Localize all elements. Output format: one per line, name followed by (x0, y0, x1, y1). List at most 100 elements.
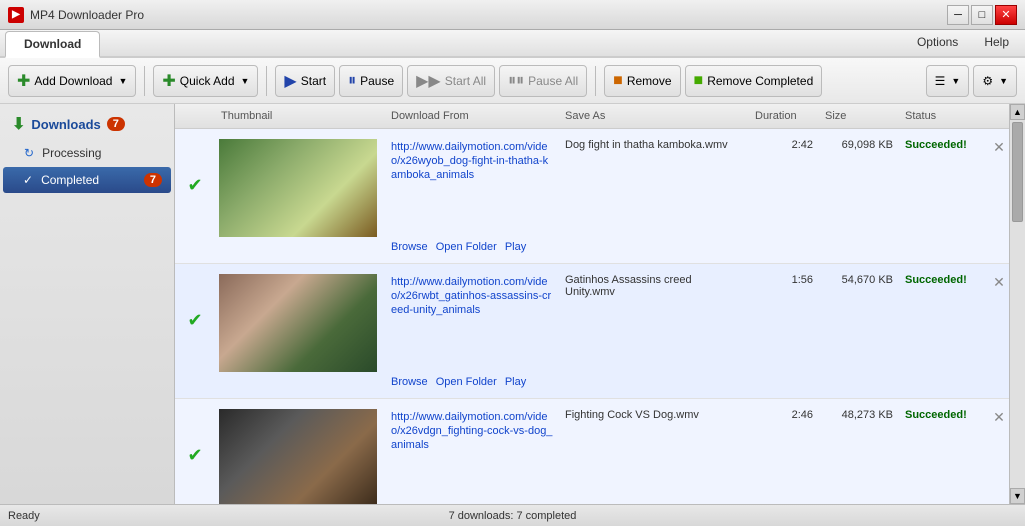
options-button[interactable]: Options (906, 31, 969, 53)
app-icon: ▶ (8, 7, 24, 23)
col-download-from: Download From (385, 108, 559, 124)
row-size-0: 69,098 KB (819, 135, 899, 155)
row-url-col-1: http://www.dailymotion.com/video/x26rwbt… (385, 270, 559, 392)
url-link-1[interactable]: http://www.dailymotion.com/video/x26rwbt… (391, 276, 551, 316)
pause-button[interactable]: ⏸ Pause (339, 65, 403, 97)
browse-link-0[interactable]: Browse (391, 241, 428, 253)
close-button[interactable]: ✕ (995, 5, 1017, 25)
row-url-col-0: http://www.dailymotion.com/video/x26wyob… (385, 135, 559, 257)
remove-completed-label: Remove Completed (707, 74, 813, 88)
row-save-as-0: Dog fight in thatha kamboka.wmv (559, 135, 749, 155)
open-folder-link-1[interactable]: Open Folder (436, 376, 497, 388)
check-icon-0: ✔ (187, 175, 202, 196)
start-all-button[interactable]: ▶▶ Start All (407, 65, 495, 97)
pause-all-button[interactable]: ⏸⏸ Pause All (499, 65, 587, 97)
table-body: ✔ http://www.dailymotion.com/video/x26wy… (175, 129, 1009, 504)
row-close-1: ✕ (989, 270, 1009, 291)
start-button[interactable]: ▶ Start (275, 65, 335, 97)
view-options-button[interactable]: ☰ ▼ (926, 65, 970, 97)
row-check-0: ✔ (175, 135, 215, 196)
row-thumbnail-2 (215, 405, 385, 504)
row-thumbnail-0 (215, 135, 385, 241)
start-all-label: Start All (445, 74, 486, 88)
col-check (175, 108, 215, 124)
remove-label: Remove (627, 74, 672, 88)
minimize-button[interactable]: ─ (947, 5, 969, 25)
row-actions-1: Browse Open Folder Play (391, 376, 553, 388)
start-all-icon: ▶▶ (416, 71, 441, 91)
sidebar-item-completed[interactable]: ✓ Completed 7 (3, 167, 171, 193)
start-icon: ▶ (284, 71, 296, 91)
toolbar-right: ☰ ▼ ⚙ ▼ (926, 65, 1017, 97)
table-row: ✔ http://www.dailymotion.com/video/x26vd… (175, 399, 1009, 504)
remove-button[interactable]: ■ Remove (604, 65, 680, 97)
col-save-as: Save As (559, 108, 749, 124)
thumbnail-image-1 (219, 274, 377, 372)
help-button[interactable]: Help (973, 31, 1020, 53)
header-buttons: Options Help (906, 31, 1020, 56)
sidebar-section-label: Downloads (31, 117, 100, 132)
row-size-1: 54,670 KB (819, 270, 899, 290)
add-download-icon: ✚ (17, 71, 30, 91)
tab-download[interactable]: Download (5, 31, 100, 58)
remove-icon: ■ (613, 72, 623, 90)
quick-add-arrow: ▼ (241, 76, 250, 86)
status-summary: 7 downloads: 7 completed (344, 510, 680, 522)
col-duration: Duration (749, 108, 819, 124)
pause-all-icon: ⏸⏸ (508, 72, 524, 90)
row-status-0: Succeeded! (899, 135, 989, 155)
separator-3 (595, 66, 596, 96)
open-folder-link-0[interactable]: Open Folder (436, 241, 497, 253)
sidebar-completed-count: 7 (144, 173, 162, 187)
scroll-up-button[interactable]: ▲ (1010, 104, 1025, 120)
row-size-2: 48,273 KB (819, 405, 899, 425)
add-download-button[interactable]: ✚ Add Download ▼ (8, 65, 136, 97)
sidebar-completed-label: Completed (41, 173, 99, 187)
sidebar-downloads-section: ⬇ Downloads 7 (0, 108, 174, 140)
window-controls: ─ □ ✕ (947, 5, 1017, 25)
separator-2 (266, 66, 267, 96)
url-link-0[interactable]: http://www.dailymotion.com/video/x26wyob… (391, 141, 548, 181)
gear-icon: ⚙ (982, 74, 993, 88)
tab-bar: Download Options Help (0, 30, 1025, 58)
title-bar: ▶ MP4 Downloader Pro ─ □ ✕ (0, 0, 1025, 30)
remove-completed-icon: ■ (694, 72, 704, 90)
processing-icon: ↻ (24, 146, 34, 160)
quick-add-label: Quick Add (180, 74, 235, 88)
row-status-2: Succeeded! (899, 405, 989, 425)
maximize-button[interactable]: □ (971, 5, 993, 25)
status-ready: Ready (8, 510, 344, 522)
row-check-2: ✔ (175, 405, 215, 466)
row-save-as-1: Gatinhos Assassins creed Unity.wmv (559, 270, 749, 302)
downloads-icon: ⬇ (12, 114, 25, 134)
row-url-col-2: http://www.dailymotion.com/video/x26vdgn… (385, 405, 559, 504)
table-row: ✔ http://www.dailymotion.com/video/x26wy… (175, 129, 1009, 264)
thumbnail-image-0 (219, 139, 377, 237)
view-arrow: ▼ (951, 76, 960, 86)
table-row: ✔ http://www.dailymotion.com/video/x26rw… (175, 264, 1009, 399)
quick-add-button[interactable]: ✚ Quick Add ▼ (153, 65, 258, 97)
browse-link-1[interactable]: Browse (391, 376, 428, 388)
check-icon-2: ✔ (187, 445, 202, 466)
close-row-button-2[interactable]: ✕ (993, 409, 1005, 426)
quick-add-icon: ✚ (162, 71, 175, 91)
row-save-as-2: Fighting Cock VS Dog.wmv (559, 405, 749, 425)
url-link-2[interactable]: http://www.dailymotion.com/video/x26vdgn… (391, 411, 552, 451)
row-close-2: ✕ (989, 405, 1009, 426)
play-link-1[interactable]: Play (505, 376, 526, 388)
scrollbar[interactable]: ▲ ▼ (1009, 104, 1025, 504)
close-row-button-1[interactable]: ✕ (993, 274, 1005, 291)
remove-completed-button[interactable]: ■ Remove Completed (685, 65, 823, 97)
row-duration-2: 2:46 (749, 405, 819, 425)
row-close-0: ✕ (989, 135, 1009, 156)
settings-button[interactable]: ⚙ ▼ (973, 65, 1017, 97)
play-link-0[interactable]: Play (505, 241, 526, 253)
scroll-thumb[interactable] (1012, 122, 1023, 222)
row-status-1: Succeeded! (899, 270, 989, 290)
scroll-down-button[interactable]: ▼ (1010, 488, 1025, 504)
close-row-button-0[interactable]: ✕ (993, 139, 1005, 156)
start-label: Start (301, 74, 326, 88)
app-title: MP4 Downloader Pro (30, 8, 947, 22)
status-bar: Ready 7 downloads: 7 completed (0, 504, 1025, 526)
sidebar-item-processing[interactable]: ↻ Processing (0, 140, 174, 166)
